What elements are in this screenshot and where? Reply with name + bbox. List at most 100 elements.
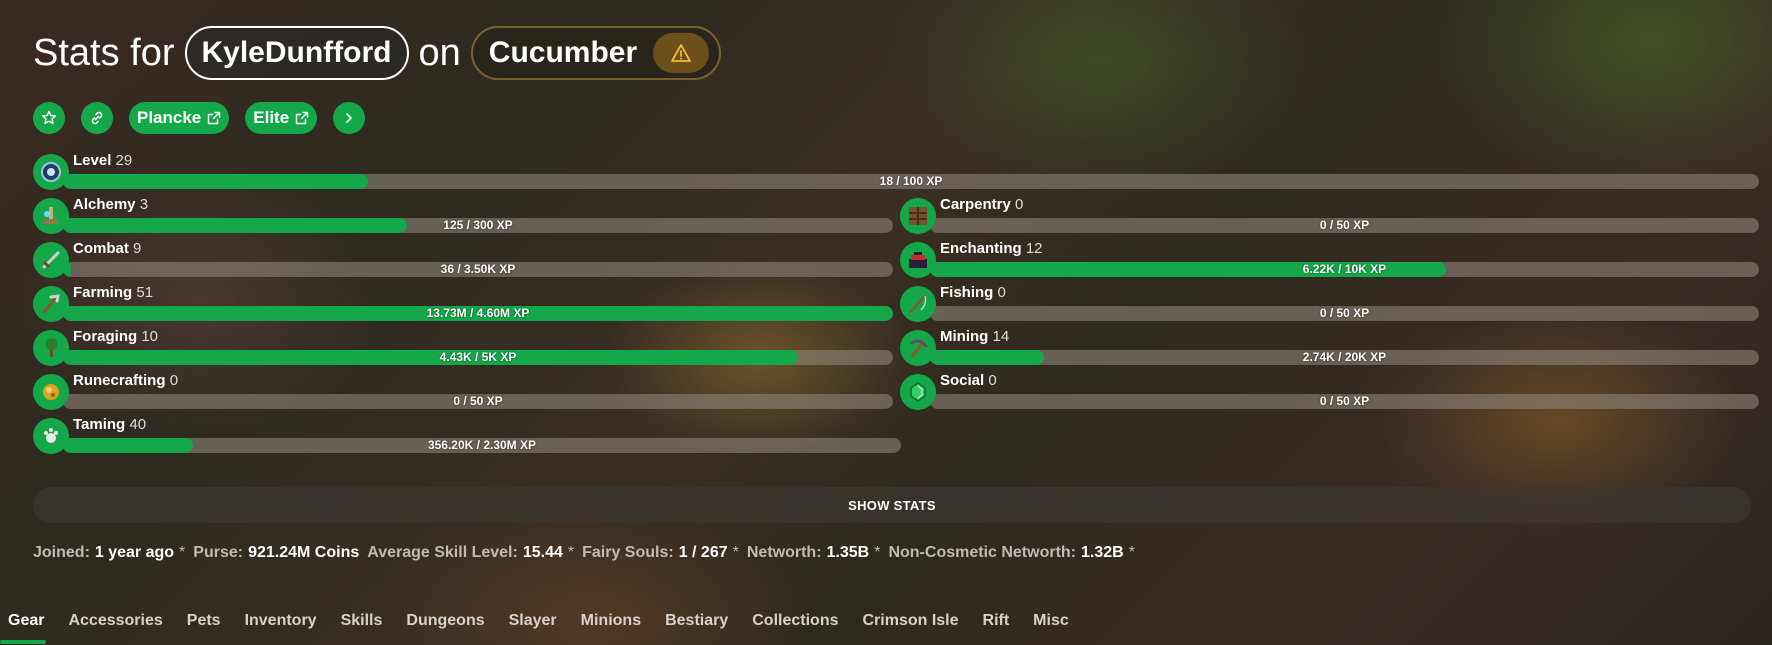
info-joined[interactable]: Joined: 1 year ago * — [33, 544, 185, 562]
info-average-skill[interactable]: Average Skill Level: 15.44 * — [367, 544, 574, 562]
skill-xp-text: 4.43K / 5K XP — [439, 350, 517, 364]
info-label: Average Skill Level: — [367, 544, 518, 561]
info-label: Fairy Souls: — [582, 544, 674, 561]
skill-name: Mining — [940, 328, 989, 345]
skill-level-value: 9 — [133, 240, 142, 257]
skill-progress-bar: 0 / 50 XP — [930, 394, 1759, 409]
plancke-label: Plancke — [137, 108, 202, 127]
skill-level: Level 29 18 / 100 XP — [33, 152, 1759, 190]
plancke-link-button[interactable]: Plancke — [129, 102, 230, 134]
action-buttons: Plancke Elite — [33, 102, 366, 134]
info-networth[interactable]: Networth: 1.35B * — [747, 544, 881, 562]
info-fairy-souls[interactable]: Fairy Souls: 1 / 267 * — [582, 544, 739, 562]
tab-minions[interactable]: Minions — [581, 612, 641, 640]
info-label: Non-Cosmetic Networth: — [888, 544, 1077, 561]
info-asterisk: * — [874, 544, 881, 561]
show-stats-button[interactable]: SHOW STATS — [33, 487, 1751, 523]
info-label: Joined: — [33, 544, 90, 561]
skill-xp-text: 125 / 300 XP — [443, 218, 513, 232]
skill-mining: Mining 14 2.74K / 20K XP — [900, 328, 1759, 366]
info-value: 1.35B — [826, 544, 870, 561]
copy-link-button[interactable] — [81, 102, 113, 134]
skill-progress-bar: 36 / 3.50K XP — [63, 262, 893, 277]
tab-gear[interactable]: Gear — [0, 612, 47, 644]
skill-xp-text: 0 / 50 XP — [1319, 306, 1370, 320]
taming-icon — [33, 418, 69, 454]
skill-name: Foraging — [73, 328, 138, 345]
info-value: 921.24M Coins — [248, 544, 360, 561]
external-link-icon — [295, 111, 309, 125]
tab-rift[interactable]: Rift — [983, 612, 1010, 640]
tab-misc[interactable]: Misc — [1033, 612, 1069, 640]
skill-farming: Farming 51 13.73M / 4.60M XP — [33, 284, 893, 322]
skill-taming: Taming 40 356.20K / 2.30M XP — [33, 416, 901, 454]
elite-link-button[interactable]: Elite — [245, 102, 318, 134]
info-asterisk: * — [732, 544, 739, 561]
skill-name: Level — [73, 152, 112, 169]
skill-progress-bar: 0 / 50 XP — [930, 218, 1759, 233]
skill-level-value: 0 — [997, 284, 1006, 301]
skill-progress-bar: 125 / 300 XP — [63, 218, 893, 233]
skill-level-value: 14 — [992, 328, 1010, 345]
skill-xp-text: 13.73M / 4.60M XP — [426, 306, 530, 320]
fishing-icon — [900, 286, 936, 322]
profile-selector[interactable]: Cucumber — [470, 26, 722, 80]
social-icon — [900, 374, 936, 410]
carpentry-icon — [900, 198, 936, 234]
title-prefix: Stats for — [33, 31, 175, 74]
info-value: 1 year ago — [94, 544, 175, 561]
warning-button[interactable] — [653, 33, 710, 73]
skill-level-value: 29 — [115, 152, 133, 169]
skill-xp-text: 0 / 50 XP — [1319, 218, 1370, 232]
tab-bestiary[interactable]: Bestiary — [665, 612, 728, 640]
info-asterisk: * — [179, 544, 186, 561]
skill-name: Fishing — [940, 284, 994, 301]
info-non-cosmetic-networth[interactable]: Non-Cosmetic Networth: 1.32B * — [888, 544, 1135, 562]
tab-crimson-isle[interactable]: Crimson Isle — [862, 612, 958, 640]
tab-collections[interactable]: Collections — [752, 612, 838, 640]
runecrafting-icon — [33, 374, 69, 410]
tab-inventory[interactable]: Inventory — [245, 612, 317, 640]
skill-name: Social — [940, 372, 985, 389]
skill-level-value: 0 — [169, 372, 179, 389]
tab-accessories[interactable]: Accessories — [68, 612, 162, 640]
profile-stats-page: Stats for KyleDunfford on Cucumber Planc… — [0, 0, 1772, 645]
info-label: Networth: — [746, 544, 822, 561]
skill-progress-bar: 13.73M / 4.60M XP — [63, 306, 893, 321]
chevron-right-icon — [346, 113, 352, 123]
star-icon — [42, 110, 56, 125]
skill-progress-bar: 4.43K / 5K XP — [63, 350, 893, 365]
skill-name: Carpentry — [940, 196, 1011, 213]
info-value: 1 / 267 — [678, 544, 728, 561]
tab-skills[interactable]: Skills — [341, 612, 383, 640]
skill-xp-text: 2.74K / 20K XP — [1302, 350, 1387, 364]
skill-level-value: 0 — [1015, 196, 1024, 213]
skill-xp-text: 0 / 50 XP — [453, 394, 503, 408]
favorite-button[interactable] — [33, 102, 65, 134]
skill-social: Social 0 0 / 50 XP — [900, 372, 1759, 410]
skill-name: Taming — [73, 416, 126, 433]
elite-label: Elite — [253, 108, 290, 127]
skill-progress-bar: 356.20K / 2.30M XP — [63, 438, 901, 453]
info-asterisk: * — [1128, 544, 1135, 561]
skill-xp-text: 36 / 3.50K XP — [440, 262, 516, 276]
enchanting-icon — [900, 242, 936, 278]
more-links-button[interactable] — [333, 102, 366, 134]
profile-info-row: Joined: 1 year ago * Purse: 921.24M Coins… — [33, 544, 1135, 562]
player-name-pill[interactable]: KyleDunfford — [184, 26, 409, 80]
skill-name: Runecrafting — [73, 372, 166, 389]
skill-progress-bar: 6.22K / 10K XP — [930, 262, 1759, 277]
skill-progress-bar: 0 / 50 XP — [63, 394, 893, 409]
level-icon — [33, 154, 69, 190]
page-title: Stats for KyleDunfford on Cucumber — [33, 26, 722, 80]
skill-xp-text: 18 / 100 XP — [879, 174, 943, 188]
tab-pets[interactable]: Pets — [187, 612, 221, 640]
profile-name: Cucumber — [488, 36, 638, 69]
skill-combat: Combat 9 36 / 3.50K XP — [33, 240, 893, 278]
tab-slayer[interactable]: Slayer — [509, 612, 557, 640]
skill-name: Combat — [73, 240, 129, 257]
tab-dungeons[interactable]: Dungeons — [406, 612, 484, 640]
skill-runecrafting: Runecrafting 0 0 / 50 XP — [33, 372, 893, 410]
link-icon — [91, 111, 103, 125]
info-purse: Purse: 921.24M Coins — [193, 544, 359, 562]
